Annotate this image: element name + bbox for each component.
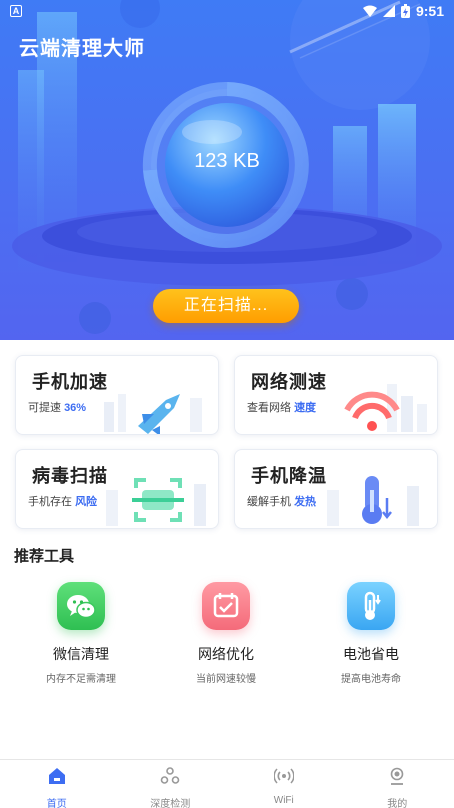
status-bar: A 9:51: [0, 0, 454, 24]
tool-battery-saver[interactable]: 电池省电 提高电池寿命: [306, 582, 436, 685]
tool-subtitle: 当前网速较慢: [196, 674, 256, 685]
nav-item-wifi[interactable]: WiFi: [227, 760, 341, 808]
card-title: 网络测速: [251, 372, 327, 392]
app-title: 云端清理大师: [19, 38, 145, 60]
tool-label: 电池省电: [343, 646, 399, 662]
nav-item-deep-scan[interactable]: 深度检测: [114, 760, 228, 808]
wifi-icon: [362, 5, 377, 17]
clock: 9:51: [415, 3, 444, 19]
nav-label: 首页: [46, 799, 67, 808]
notification-icon: A: [10, 5, 22, 17]
card-phone-boost[interactable]: 手机加速 可提速 36%: [15, 355, 219, 435]
section-title: 推荐工具: [14, 548, 75, 565]
nav-label: 深度检测: [150, 799, 191, 808]
card-title: 手机加速: [32, 372, 108, 392]
tool-subtitle: 内存不足需清理: [46, 674, 116, 685]
profile-icon: [390, 767, 404, 785]
card-subtitle: 手机存在 风险: [28, 496, 98, 508]
wifi-signal-icon: [273, 768, 295, 784]
card-phone-cooling[interactable]: 手机降温 缓解手机 发热: [234, 449, 438, 529]
cell-signal-icon: [382, 5, 395, 17]
tool-subtitle: 提高电池寿命: [341, 674, 401, 685]
thermometer-icon: [347, 582, 395, 630]
home-icon: [48, 768, 65, 784]
nav-item-home[interactable]: 首页: [0, 760, 114, 808]
card-title: 病毒扫描: [32, 466, 108, 486]
card-network-speed[interactable]: 网络测速 查看网络 速度: [234, 355, 438, 435]
card-subtitle: 查看网络 速度: [247, 402, 317, 414]
nav-label: 我的: [387, 799, 408, 808]
recycle-icon: [160, 767, 180, 784]
wechat-icon: [57, 582, 105, 630]
tool-network-optimize[interactable]: 网络优化 当前网速较慢: [161, 582, 291, 685]
card-virus-scan[interactable]: 病毒扫描 手机存在 风险: [15, 449, 219, 529]
tool-label: 网络优化: [198, 646, 254, 662]
calendar-check-icon: [202, 582, 250, 630]
hero-panel: A 9:51 云端清理大师 123 KB 正在扫描...: [0, 0, 454, 340]
scan-button[interactable]: 正在扫描...: [153, 289, 299, 323]
scan-icon: [106, 478, 206, 526]
nav-label: WiFi: [273, 795, 294, 806]
tool-wechat-clean[interactable]: 微信清理 内存不足需清理: [16, 582, 146, 685]
signal-gauge-icon: [344, 384, 427, 432]
nav-item-profile[interactable]: 我的: [341, 760, 454, 808]
thermometer-icon: [327, 476, 419, 526]
bottom-nav: 首页 深度检测 WiFi 我的: [0, 759, 454, 808]
tool-label: 微信清理: [53, 646, 109, 662]
card-subtitle: 缓解手机 发热: [247, 496, 317, 508]
card-title: 手机降温: [251, 466, 327, 486]
junk-size-value: 123 KB: [194, 150, 260, 172]
battery-icon: [400, 4, 410, 18]
rocket-icon: [104, 394, 202, 434]
card-subtitle: 可提速 36%: [28, 402, 87, 414]
